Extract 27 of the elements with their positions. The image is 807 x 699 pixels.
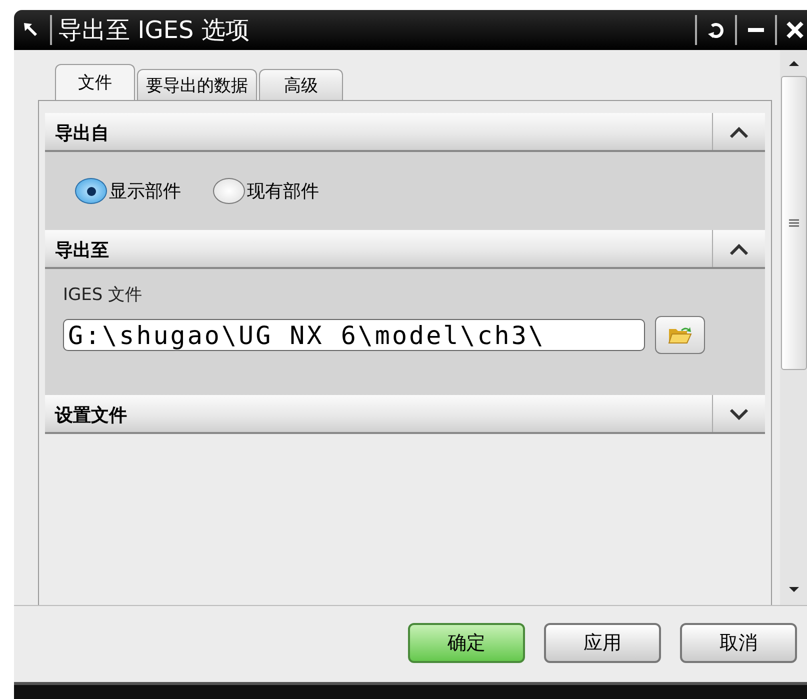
- dialog-button[interactable]: 应用: [544, 623, 661, 663]
- tab[interactable]: 要导出的数据: [137, 69, 257, 100]
- dialog-button[interactable]: 取消: [680, 623, 797, 663]
- section-header[interactable]: 导出至: [45, 230, 765, 269]
- file-path-field[interactable]: G:\shugao\UG NX 6\model\ch3\: [63, 319, 645, 351]
- chevron-up-icon[interactable]: [728, 242, 750, 256]
- window-title: 导出至 IGES 选项: [58, 15, 250, 46]
- chevron-down-icon[interactable]: [728, 406, 750, 420]
- dialog-button[interactable]: 确定: [408, 623, 525, 663]
- field-label: IGES 文件: [63, 284, 144, 306]
- section-title: 设置文件: [54, 404, 128, 428]
- tab[interactable]: 文件: [55, 64, 135, 100]
- browse-button[interactable]: [655, 316, 705, 354]
- radio-option[interactable]: 现有部件: [213, 178, 319, 204]
- folder-icon: [668, 325, 692, 345]
- grip-icon: [788, 218, 800, 228]
- chevron-up-icon[interactable]: [728, 124, 750, 138]
- tab[interactable]: 高级: [259, 69, 343, 100]
- radio-option[interactable]: 显示部件: [75, 178, 181, 204]
- scrollbar[interactable]: [780, 50, 807, 605]
- section-header[interactable]: 设置文件: [45, 395, 765, 434]
- scroll-up-icon[interactable]: [786, 58, 800, 68]
- scroll-thumb[interactable]: [780, 76, 806, 370]
- scroll-down-icon[interactable]: [786, 585, 800, 595]
- section-title: 导出至: [54, 239, 110, 263]
- section-title: 导出自: [54, 122, 110, 146]
- section-header[interactable]: 导出自: [45, 113, 765, 152]
